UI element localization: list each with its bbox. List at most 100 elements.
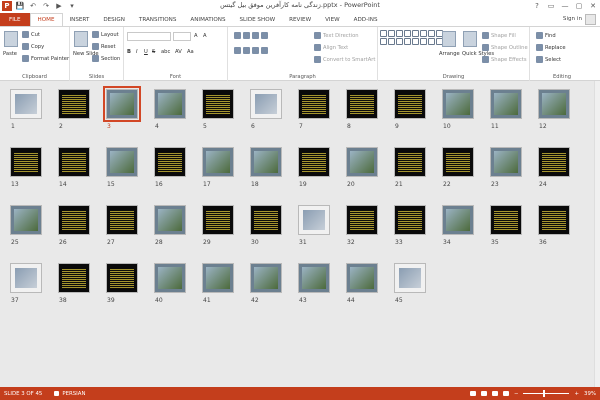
- slide-thumbnail[interactable]: [394, 147, 426, 177]
- slide-thumbnail[interactable]: [154, 147, 186, 177]
- help-icon[interactable]: ?: [532, 0, 542, 11]
- slide-thumbnail[interactable]: [394, 205, 426, 235]
- slide-thumbnail[interactable]: [202, 147, 234, 177]
- tab-add-ins[interactable]: ADD-INS: [347, 13, 385, 26]
- slide-thumbnail[interactable]: [154, 263, 186, 293]
- shape-triangle-icon[interactable]: [420, 30, 427, 37]
- zoom-level[interactable]: 39%: [584, 391, 596, 397]
- avatar[interactable]: [585, 14, 596, 25]
- slide-thumbnail[interactable]: [538, 147, 570, 177]
- quick-styles-icon[interactable]: [463, 31, 477, 47]
- slide-thumbnail[interactable]: [106, 205, 138, 235]
- slide-thumbnail[interactable]: [10, 89, 42, 119]
- bullets-button[interactable]: [234, 32, 268, 39]
- underline-button[interactable]: U: [144, 49, 148, 55]
- slide-thumbnail[interactable]: [298, 89, 330, 119]
- select-button[interactable]: Select: [536, 56, 561, 63]
- italic-button[interactable]: I: [136, 49, 138, 55]
- shape-elbow-icon[interactable]: [428, 30, 435, 37]
- shape-outline-button[interactable]: Shape Outline: [482, 44, 528, 51]
- slide-thumbnail[interactable]: [250, 263, 282, 293]
- minimize-icon[interactable]: —: [560, 0, 570, 11]
- shape-curve-icon[interactable]: [388, 38, 395, 45]
- slide-thumbnail[interactable]: [490, 147, 522, 177]
- bold-button[interactable]: B: [127, 49, 131, 55]
- slide-thumbnail[interactable]: [154, 89, 186, 119]
- cut-button[interactable]: Cut: [22, 31, 40, 38]
- slide-thumbnail[interactable]: [346, 205, 378, 235]
- slide-thumbnail[interactable]: [394, 89, 426, 119]
- find-button[interactable]: Find: [536, 32, 556, 39]
- shape-textbox-icon[interactable]: [380, 30, 387, 37]
- shape-arrow-icon[interactable]: [396, 30, 403, 37]
- slide-thumbnail[interactable]: [538, 89, 570, 119]
- decrease-font-size-button[interactable]: A: [203, 33, 207, 39]
- tab-design[interactable]: DESIGN: [96, 13, 132, 26]
- arrange-icon[interactable]: [442, 31, 456, 47]
- paste-button[interactable]: Paste: [3, 51, 17, 57]
- tab-file[interactable]: FILE: [0, 13, 30, 26]
- slide-thumbnail[interactable]: [442, 89, 474, 119]
- slide-thumbnail[interactable]: [250, 147, 282, 177]
- language-indicator[interactable]: PERSIAN: [54, 391, 86, 397]
- shadow-button[interactable]: abc: [161, 49, 170, 55]
- reset-button[interactable]: Reset: [92, 43, 116, 50]
- slide-thumbnail[interactable]: [103, 86, 141, 122]
- slide-thumbnail[interactable]: [10, 205, 42, 235]
- slide-thumbnail[interactable]: [106, 147, 138, 177]
- copy-button[interactable]: Copy: [22, 43, 44, 50]
- shape-callout-icon[interactable]: [412, 38, 419, 45]
- convert-smartart-button[interactable]: Convert to SmartArt: [314, 56, 375, 63]
- shape-bracket-icon[interactable]: [420, 38, 427, 45]
- slide-thumbnail[interactable]: [202, 263, 234, 293]
- slide-sorter-view-icon[interactable]: [480, 391, 487, 396]
- tab-review[interactable]: REVIEW: [282, 13, 318, 26]
- vertical-scrollbar[interactable]: [594, 81, 600, 387]
- shape-fill-button[interactable]: Shape Fill: [482, 32, 516, 39]
- slide-thumbnail[interactable]: [10, 263, 42, 293]
- shape-block-arrow-icon[interactable]: [380, 38, 387, 45]
- shape-star-icon[interactable]: [396, 38, 403, 45]
- font-size-input[interactable]: [173, 32, 191, 41]
- shape-line-icon[interactable]: [388, 30, 395, 37]
- zoom-out-button[interactable]: −: [514, 391, 519, 397]
- normal-view-icon[interactable]: [469, 391, 476, 396]
- slide-thumbnail[interactable]: [490, 89, 522, 119]
- zoom-in-button[interactable]: +: [574, 391, 579, 397]
- slide-thumbnail[interactable]: [58, 89, 90, 119]
- section-button[interactable]: Section: [92, 55, 120, 62]
- slide-thumbnail[interactable]: [346, 263, 378, 293]
- tab-insert[interactable]: INSERT: [63, 13, 97, 26]
- slide-thumbnail[interactable]: [202, 89, 234, 119]
- shape-brace-icon[interactable]: [404, 38, 411, 45]
- font-name-input[interactable]: [127, 32, 171, 41]
- shape-effects-button[interactable]: Shape Effects: [482, 56, 527, 63]
- slide-thumbnail[interactable]: [154, 205, 186, 235]
- character-spacing-button[interactable]: AV: [175, 49, 182, 55]
- shape-rect-icon[interactable]: [404, 30, 411, 37]
- tab-slide-show[interactable]: SLIDE SHOW: [233, 13, 283, 26]
- slide-thumbnail[interactable]: [442, 205, 474, 235]
- slide-thumbnail[interactable]: [250, 89, 282, 119]
- alignment-buttons[interactable]: [234, 47, 268, 54]
- slide-thumbnail[interactable]: [250, 205, 282, 235]
- ribbon-display-icon[interactable]: ▭: [546, 0, 556, 11]
- slide-thumbnail[interactable]: [346, 147, 378, 177]
- slide-thumbnail[interactable]: [346, 89, 378, 119]
- slide-thumbnail[interactable]: [106, 263, 138, 293]
- shapes-gallery[interactable]: [380, 30, 443, 54]
- slide-thumbnail[interactable]: [298, 147, 330, 177]
- slide-thumbnail[interactable]: [298, 205, 330, 235]
- tab-transitions[interactable]: TRANSITIONS: [132, 13, 184, 26]
- slideshow-view-icon[interactable]: [502, 391, 509, 396]
- shape-heart-icon[interactable]: [428, 38, 435, 45]
- slide-thumbnail[interactable]: [394, 263, 426, 293]
- slide-thumbnail[interactable]: [58, 205, 90, 235]
- paste-icon[interactable]: [4, 31, 18, 47]
- slide-thumbnail[interactable]: [538, 205, 570, 235]
- shape-oval-icon[interactable]: [412, 30, 419, 37]
- new-slide-icon[interactable]: [74, 31, 88, 47]
- align-text-button[interactable]: Align Text: [314, 44, 348, 51]
- slide-sorter[interactable]: 1 2 3 4 5 6 7 8 9 10 11 12 13 14 15 16 17 18 19 20 21 22 23 24 2…: [0, 81, 600, 387]
- sign-in-link[interactable]: Sign in: [563, 16, 582, 22]
